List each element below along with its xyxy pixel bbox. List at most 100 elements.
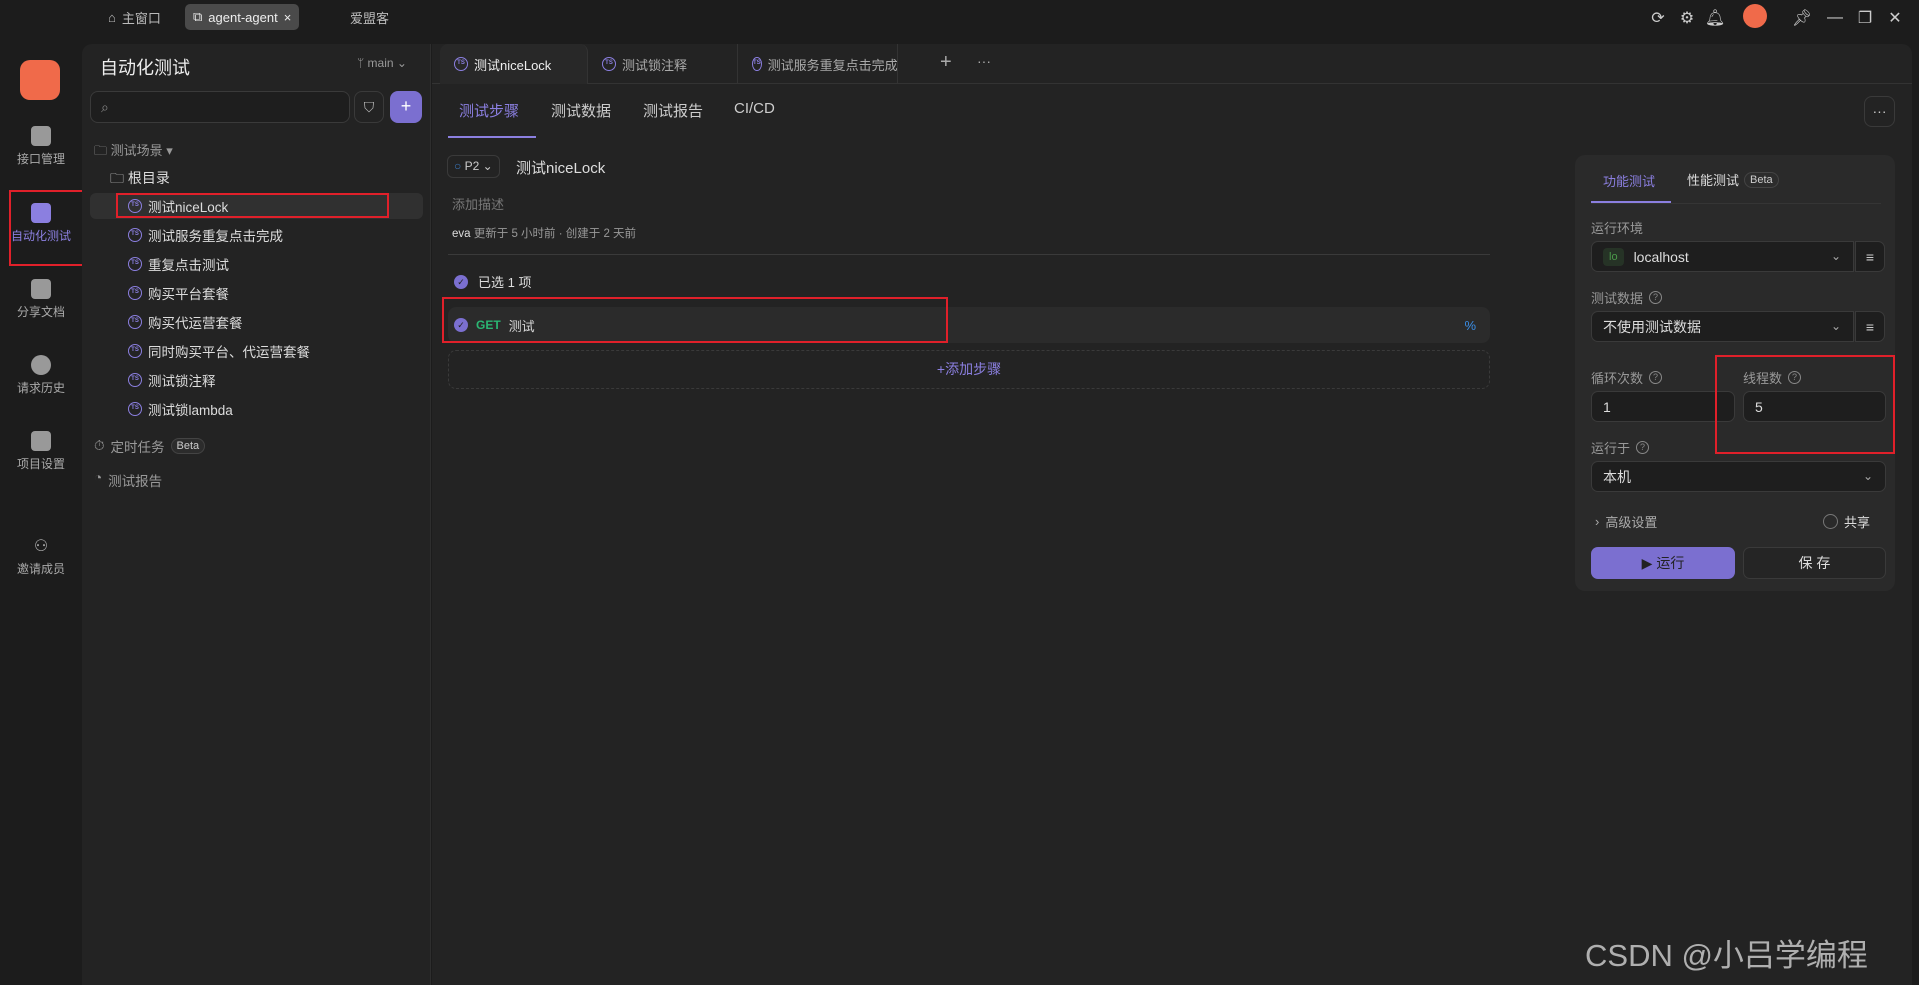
- app-logo: [20, 60, 60, 100]
- subtab-data[interactable]: 测试数据: [551, 100, 611, 121]
- thread-label: 线程数?: [1743, 368, 1802, 387]
- subtab-steps[interactable]: 测试步骤: [459, 100, 519, 121]
- test-data-select[interactable]: 不使用测试数据 ⌄: [1591, 311, 1854, 342]
- home-tab[interactable]: ⌂ 主窗口: [100, 4, 169, 30]
- rail-item-api[interactable]: 接口管理: [0, 126, 82, 167]
- tree-item[interactable]: TS 测试锁lambda: [90, 396, 423, 422]
- pie-icon: ◔: [94, 470, 103, 485]
- save-button[interactable]: 保 存: [1743, 547, 1886, 579]
- share-checkbox[interactable]: 共享: [1823, 512, 1870, 531]
- check-icon[interactable]: ✓: [454, 318, 468, 332]
- link-icon[interactable]: %: [1464, 318, 1476, 333]
- root-folder[interactable]: 🗀 根目录: [110, 168, 170, 192]
- subtab-reports[interactable]: 测试报告: [643, 100, 703, 121]
- tab-performance[interactable]: 性能测试 Beta: [1687, 170, 1779, 189]
- other-project-tab[interactable]: 爱盟客: [342, 4, 397, 30]
- help-icon[interactable]: ?: [1788, 371, 1802, 384]
- bell-icon[interactable]: 🔔︎: [1703, 6, 1727, 30]
- rail-item-project-settings[interactable]: 项目设置: [0, 431, 82, 472]
- runon-label: 运行于?: [1591, 438, 1650, 457]
- ts-file-icon: TS: [128, 286, 142, 300]
- history-icon: [31, 355, 51, 375]
- meta-info: eva 更新于 5 小时前 · 创建于 2 天前: [452, 228, 637, 240]
- run-button[interactable]: ▶ 运行: [1591, 547, 1735, 579]
- tree-item[interactable]: TS 测试服务重复点击完成: [90, 222, 423, 248]
- timer-icon: ⏱: [94, 438, 105, 453]
- rail-item-invite[interactable]: ⚇ 邀请成员: [0, 536, 82, 577]
- search-icon: ⌕: [101, 99, 109, 115]
- step-row[interactable]: ✓ GET 测试%: [448, 307, 1490, 343]
- link-icon: ⧉: [193, 9, 203, 24]
- close-tab-icon[interactable]: ×: [284, 10, 292, 25]
- radio-icon: [1823, 514, 1838, 529]
- invite-icon: ⚇: [33, 538, 49, 555]
- file-tab[interactable]: TS 测试服务重复点击完成: [738, 44, 898, 84]
- api-icon: [31, 126, 51, 146]
- rail-item-history[interactable]: 请求历史: [0, 355, 82, 396]
- ts-file-icon: TS: [454, 57, 468, 71]
- file-tab[interactable]: TS 测试锁注释: [588, 44, 738, 84]
- ts-file-icon: TS: [128, 402, 142, 416]
- help-icon[interactable]: ?: [1649, 291, 1663, 304]
- restore-icon[interactable]: ❐: [1853, 6, 1877, 30]
- tab-functional[interactable]: 功能测试: [1603, 171, 1655, 190]
- tree-item[interactable]: TS 测试niceLock: [90, 193, 423, 219]
- tree-item[interactable]: TS 重复点击测试: [90, 251, 423, 277]
- help-icon[interactable]: ?: [1636, 441, 1650, 454]
- env-manage-button[interactable]: ≡: [1855, 241, 1885, 272]
- active-tab-underline: [448, 136, 536, 138]
- ts-file-icon: TS: [128, 344, 142, 358]
- scenes-header[interactable]: 🗀 测试场景 ▾: [94, 140, 173, 164]
- add-button[interactable]: +: [390, 91, 422, 123]
- ts-file-icon: TS: [128, 315, 142, 329]
- ts-file-icon: TS: [128, 199, 142, 213]
- ts-file-icon: TS: [602, 57, 616, 71]
- tree-item[interactable]: TS 购买代运营套餐: [90, 309, 423, 335]
- chevron-right-icon: ›: [1595, 514, 1600, 529]
- ts-file-icon: TS: [128, 257, 142, 271]
- minimize-icon[interactable]: —: [1823, 6, 1847, 30]
- project-tab[interactable]: ⧉ agent-agent ×: [185, 4, 300, 30]
- help-icon[interactable]: ?: [1649, 371, 1663, 384]
- chevron-down-icon: ⌄: [1830, 319, 1841, 333]
- subtab-cicd[interactable]: CI/CD: [734, 100, 775, 117]
- tree-item[interactable]: TS 测试锁注释: [90, 367, 423, 393]
- chevron-down-icon: ⌄: [1830, 249, 1841, 263]
- branch-selector[interactable]: ᛘ main ⌄: [357, 56, 407, 70]
- scenario-name[interactable]: 测试niceLock: [516, 157, 605, 178]
- select-all[interactable]: ✓ 已选 1 项: [454, 272, 531, 291]
- tree-item[interactable]: TS 购买平台套餐: [90, 280, 423, 306]
- runon-select[interactable]: 本机 ⌄: [1591, 461, 1886, 492]
- tree-item[interactable]: TS 同时购买平台、代运营套餐: [90, 338, 423, 364]
- check-icon: ✓: [454, 274, 468, 289]
- more-tabs-button[interactable]: ···: [977, 53, 991, 69]
- folder-icon: 🗀: [110, 170, 124, 186]
- env-select[interactable]: lo localhost ⌄: [1591, 241, 1854, 272]
- advanced-settings-toggle[interactable]: › 高级设置: [1595, 512, 1657, 531]
- data-label: 测试数据?: [1591, 288, 1663, 307]
- watermark: CSDN @小吕学编程: [1585, 938, 1868, 973]
- scheduled-tasks[interactable]: ⏱ 定时任务 Beta: [94, 436, 206, 456]
- priority-select[interactable]: ○ P2 ⌄: [447, 155, 500, 178]
- sidebar-title: 自动化测试: [100, 58, 190, 78]
- file-tab[interactable]: TS 测试niceLock: [440, 44, 588, 84]
- close-icon[interactable]: ✕: [1883, 6, 1907, 30]
- avatar[interactable]: [1743, 4, 1767, 28]
- pin-icon[interactable]: 📌︎: [1790, 6, 1814, 30]
- thread-count-input[interactable]: 5: [1743, 391, 1886, 422]
- filter-button[interactable]: ⛉: [354, 91, 384, 123]
- divider: [1591, 203, 1881, 204]
- settings-icon[interactable]: ⚙: [1675, 6, 1699, 30]
- search-input[interactable]: ⌕: [90, 91, 350, 123]
- data-manage-button[interactable]: ≡: [1855, 311, 1885, 342]
- loop-count-input[interactable]: 1: [1591, 391, 1735, 422]
- test-reports[interactable]: ◔ 测试报告: [94, 470, 162, 490]
- rail-item-automation[interactable]: 自动化测试: [0, 203, 82, 244]
- new-tab-button[interactable]: +: [940, 51, 952, 74]
- rail-item-share-doc[interactable]: 分享文档: [0, 279, 82, 320]
- description-input[interactable]: 添加描述: [452, 194, 504, 213]
- add-step-button[interactable]: +添加步骤: [448, 350, 1490, 389]
- more-button[interactable]: ···: [1864, 96, 1895, 127]
- refresh-icon[interactable]: ⟳: [1646, 6, 1670, 30]
- share-doc-icon: [31, 279, 51, 299]
